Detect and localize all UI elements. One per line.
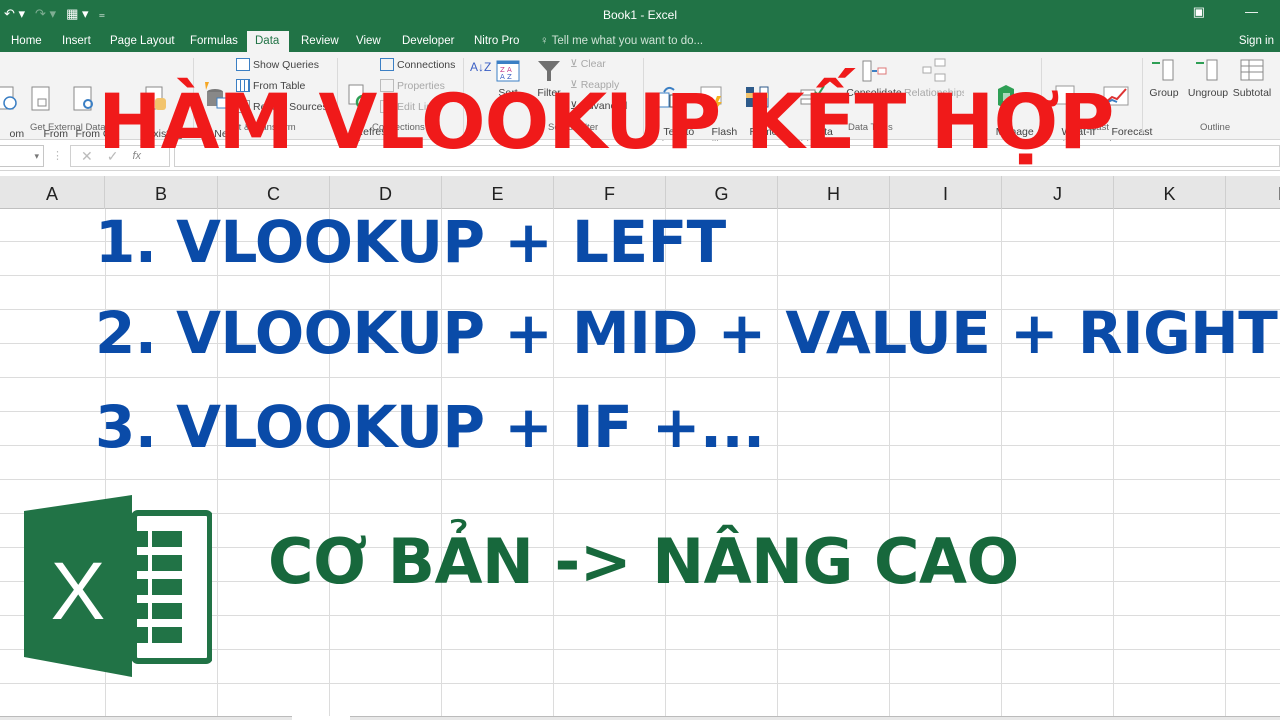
tab-insert[interactable]: Insert — [54, 33, 99, 52]
tab-page-layout[interactable]: Page Layout — [102, 33, 183, 52]
column-header-j[interactable]: J — [1002, 176, 1114, 209]
window-controls: ▣ — — [1193, 4, 1280, 20]
sheet-tab-bar — [0, 716, 1280, 720]
ribbon-tabs: Home Insert Page Layout Formulas Data Re… — [0, 30, 1280, 52]
column-header-e[interactable]: E — [442, 176, 554, 209]
excel-logo-letter: X — [51, 546, 106, 637]
cancel-icon[interactable]: ✕ — [81, 148, 93, 165]
clear-filter-icon: ⊻ — [570, 58, 578, 70]
lightbulb-icon: ♀ — [540, 35, 552, 47]
clear-filter-button[interactable]: ⊻ Clear — [570, 58, 606, 70]
subtotal-button[interactable]: Subtotal — [1230, 58, 1274, 100]
list-item-1: 1. VLOOKUP + LEFT — [95, 208, 726, 276]
formula-bar-grip: ⋮ — [52, 150, 63, 162]
column-header-g[interactable]: G — [666, 176, 778, 209]
tab-nitro-pro[interactable]: Nitro Pro — [466, 33, 527, 52]
group-label-outline: Outline — [1200, 122, 1231, 133]
column-header-f[interactable]: F — [554, 176, 666, 209]
list-item-2: 2. VLOOKUP + MID + VALUE + RIGHT — [95, 299, 1278, 367]
text-file-icon — [31, 86, 50, 111]
show-queries-button[interactable]: Show Queries — [236, 58, 319, 71]
ungroup-icon — [1196, 59, 1218, 81]
tab-formulas[interactable]: Formulas — [182, 33, 246, 52]
window-title: Book1 - Excel — [602, 8, 678, 22]
sign-in-link[interactable]: Sign in — [1239, 35, 1274, 47]
ribbon-display-options-icon[interactable]: ▣ — [1193, 4, 1205, 20]
minimize-button[interactable]: — — [1245, 4, 1258, 20]
sheet-tab[interactable] — [292, 716, 350, 720]
subtotal-icon — [1240, 59, 1264, 81]
title-bar: ↶ ▾ ↷ ▾ ▦ ▾ ₌ Book1 - Excel ▣ — — [0, 0, 1280, 30]
show-queries-icon — [236, 58, 250, 71]
group-icon — [1152, 59, 1174, 81]
column-header-i[interactable]: I — [890, 176, 1002, 209]
headline-title: HÀM VLOOKUP KẾT HỢP — [98, 77, 1114, 166]
column-header-l[interactable]: L — [1226, 176, 1280, 209]
ribbon-separator — [1142, 58, 1143, 134]
tab-home[interactable]: Home — [3, 33, 50, 52]
other-sources-icon — [73, 86, 93, 111]
column-headers: A B C D E F G H I J K L — [0, 176, 1280, 209]
ungroup-button[interactable]: Ungroup — [1186, 58, 1230, 100]
excel-window: ↶ ▾ ↷ ▾ ▦ ▾ ₌ Book1 - Excel ▣ — Home Ins… — [0, 0, 1280, 720]
column-header-d[interactable]: D — [330, 176, 442, 209]
tab-developer[interactable]: Developer — [394, 33, 462, 52]
column-header-b[interactable]: B — [105, 176, 218, 209]
connections-icon — [380, 58, 394, 71]
name-box[interactable]: ▾ — [0, 145, 44, 167]
globe-icon — [0, 86, 17, 110]
tab-view[interactable]: View — [348, 33, 389, 52]
group-button[interactable]: Group — [1144, 58, 1184, 100]
subtitle: CƠ BẢN -> NÂNG CAO — [268, 525, 1019, 598]
excel-logo-icon: X — [24, 495, 212, 677]
list-item-3: 3. VLOOKUP + IF +... — [95, 393, 765, 461]
group-label-get-external-data: Get External Data — [30, 122, 106, 133]
column-header-a[interactable]: A — [0, 176, 105, 209]
connections-button[interactable]: Connections — [380, 58, 455, 71]
tab-data[interactable]: Data — [247, 31, 289, 52]
tab-review[interactable]: Review — [293, 33, 347, 52]
column-header-k[interactable]: K — [1114, 176, 1226, 209]
column-header-c[interactable]: C — [218, 176, 330, 209]
column-header-h[interactable]: H — [778, 176, 890, 209]
tell-me-search[interactable]: ♀ Tell me what you want to do... — [540, 35, 703, 47]
